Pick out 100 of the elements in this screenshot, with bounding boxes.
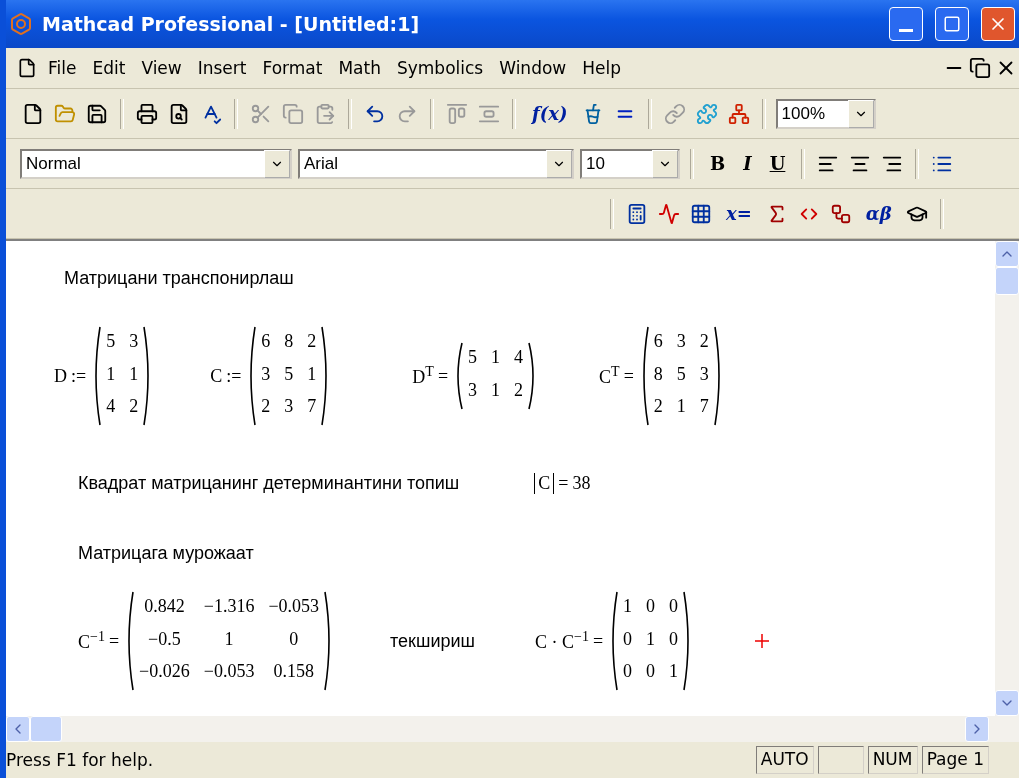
matrix-entry: 7 <box>307 396 317 419</box>
zoom-dropdown[interactable]: 100% <box>775 98 876 129</box>
matrix-entry: 2 <box>514 380 524 402</box>
status-pane: NUM <box>867 746 918 774</box>
text-region: Квадрат матрицанинг детерминантини топиш <box>78 473 460 494</box>
matrix-entry: 5 <box>676 363 686 386</box>
italic-button[interactable]: I <box>737 153 758 174</box>
app-logo-icon <box>8 11 34 37</box>
matrix-entry: 7 <box>699 396 709 419</box>
matrix-entry: 1 <box>224 628 234 651</box>
matrix-entry: 0.158 <box>273 661 314 684</box>
bold-button[interactable]: B <box>704 153 732 174</box>
status-pane: AUTO <box>755 746 814 774</box>
math-operator: = <box>108 630 120 652</box>
window-title: Mathcad Professional - [Untitled:1] <box>42 13 421 35</box>
matrix-entry: 0 <box>646 596 656 618</box>
math-expression: C$^{−1}$ <box>78 629 105 653</box>
math-expression: D <box>54 365 67 387</box>
matrix-entry: 1 <box>646 628 656 651</box>
menu-item[interactable]: File <box>40 58 85 78</box>
matrix-entry: −0.026 <box>139 661 190 684</box>
matrix-entry: 0 <box>646 661 656 684</box>
matrix-entry: 2 <box>699 331 709 353</box>
text-region: Матрицага мурожаат <box>78 543 254 564</box>
matrix-entry: 3 <box>468 380 478 402</box>
text-region: Матрицани транспонирлаш <box>64 268 294 289</box>
restore-icon[interactable] <box>967 55 993 81</box>
math-expression: C <box>210 365 223 387</box>
matrix-entry: −0.5 <box>148 628 181 651</box>
math-result: 38 <box>572 473 591 494</box>
matrix-entry: 2 <box>307 331 317 353</box>
math-expression: C$^{T}$ <box>599 364 620 388</box>
matrix-entry: 2 <box>129 396 139 419</box>
matrix-entry: 0 <box>623 661 633 684</box>
math-expression: C · C$^{−1}$ <box>535 629 589 653</box>
matrix-entry: 3 <box>676 331 686 353</box>
matrix-entry: 8 <box>653 363 663 386</box>
matrix-entry: 1 <box>623 596 633 618</box>
insert-function-button[interactable]: f(x) <box>526 103 574 124</box>
math-expression: D$^{T}$ <box>412 364 434 388</box>
maximize-icon <box>943 15 961 33</box>
maximize-button[interactable] <box>935 7 969 41</box>
menu-item[interactable]: Math <box>330 58 389 78</box>
matrix-entry: 6 <box>653 331 663 353</box>
math-operator: = <box>558 473 569 494</box>
matrix-entry: 5 <box>106 331 116 353</box>
scrollbar-thumb[interactable] <box>995 267 1019 295</box>
matrix-entry: −1.316 <box>203 596 255 618</box>
matrix-entry: 0 <box>669 596 679 618</box>
status-pane <box>817 746 864 774</box>
minimize-icon <box>899 28 913 32</box>
crosshair-cursor-icon <box>754 633 771 649</box>
minimize-button[interactable] <box>889 7 923 41</box>
greek-button[interactable]: αβ <box>859 203 898 224</box>
scroll-right-button[interactable] <box>965 716 989 742</box>
status-message: Press F1 for help. <box>6 750 155 770</box>
matrix-entry: 1 <box>669 661 679 684</box>
close-button[interactable] <box>981 7 1015 41</box>
matrix-entry: 0 <box>623 628 633 651</box>
matrix-entry: 3 <box>284 396 294 419</box>
matrix-entry: 5 <box>468 347 478 369</box>
evaluation-button[interactable]: x= <box>720 203 758 224</box>
matrix-entry: 1 <box>307 363 317 386</box>
matrix-entry: 6 <box>261 331 271 353</box>
matrix-entry: −0.053 <box>203 661 255 684</box>
menu-item[interactable]: View <box>133 58 190 78</box>
scroll-down-button[interactable] <box>995 690 1019 716</box>
matrix-entry: 2 <box>261 396 271 419</box>
matrix-entry: 4 <box>106 396 116 419</box>
underline-button[interactable]: U <box>763 153 792 174</box>
scrollbar-thumb[interactable] <box>30 716 62 742</box>
font-dropdown[interactable]: Arial <box>298 148 574 179</box>
matrix-entry: 1 <box>491 347 501 369</box>
matrix-entry: 1 <box>676 396 686 419</box>
style-dropdown[interactable]: Normal <box>20 148 292 179</box>
menu-item[interactable]: Help <box>574 58 629 78</box>
menu-item[interactable]: Insert <box>189 58 255 78</box>
math-expression: C <box>534 473 555 494</box>
font-size-dropdown[interactable]: 10 <box>580 148 680 179</box>
menu-item[interactable]: Symbolics <box>388 58 492 78</box>
matrix-entry: 8 <box>284 331 294 353</box>
matrix-entry: 2 <box>653 396 663 419</box>
matrix-entry: −0.053 <box>268 596 320 618</box>
menu-item[interactable]: Format <box>254 58 331 78</box>
menu-item[interactable]: Window <box>491 58 575 78</box>
matrix-entry: 0 <box>289 628 299 651</box>
scroll-up-button[interactable] <box>995 241 1019 267</box>
matrix-entry: 1 <box>106 363 116 386</box>
matrix-entry: 1 <box>491 380 501 402</box>
math-operator: = <box>592 630 604 652</box>
math-operator: = <box>623 365 634 387</box>
menu-item[interactable]: Edit <box>84 58 134 78</box>
matrix-entry: 4 <box>514 347 524 369</box>
matrix-entry: 5 <box>284 363 294 386</box>
matrix-entry: 3 <box>699 363 709 386</box>
scroll-left-button[interactable] <box>6 716 30 742</box>
status-pane: Page 1 <box>921 746 989 774</box>
math-operator: = <box>437 365 449 387</box>
math-operator: := <box>71 365 87 387</box>
text-region: текшириш <box>390 630 475 652</box>
